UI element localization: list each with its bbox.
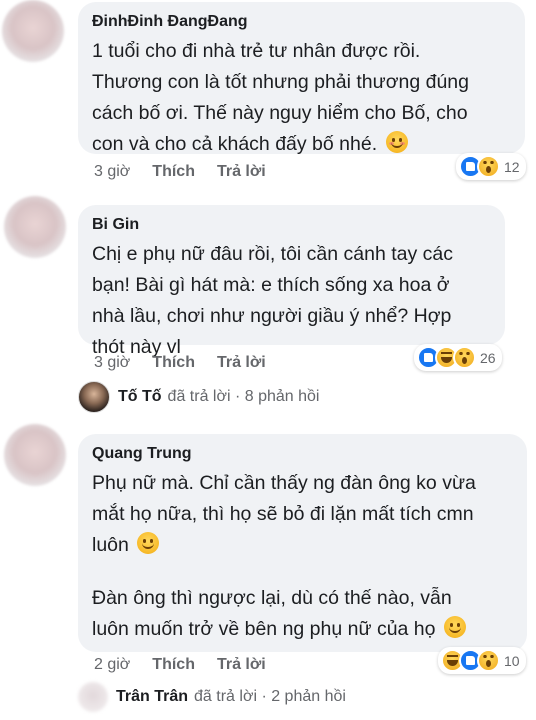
- reply-link[interactable]: Trả lời: [217, 354, 266, 372]
- replies-link[interactable]: Tố Tố đã trả lời · 8 phản hồi: [78, 381, 319, 413]
- comment-line: Đàn ông thì ngược lại, dù có thế nào, vẫ…: [92, 587, 452, 609]
- comment-bubble: Bi Gin Chị e phụ nữ đâu rồi, tôi cần cán…: [78, 205, 505, 358]
- reply-summary[interactable]: đã trả lời · 2 phản hồi: [194, 688, 346, 706]
- comment-time[interactable]: 3 giờ: [94, 354, 130, 372]
- replies-link[interactable]: Trân Trân đã trả lời · 2 phản hồi: [78, 682, 346, 712]
- reply-author[interactable]: Tố Tố: [118, 388, 162, 406]
- reaction-count: 10: [504, 652, 520, 669]
- comment-time[interactable]: 3 giờ: [94, 163, 130, 181]
- comment-line: cách bố ơi. Thế này nguy hiểm cho Bố, ch…: [92, 102, 468, 124]
- like-link[interactable]: Thích: [152, 656, 195, 674]
- wow-reaction-icon: [453, 346, 476, 369]
- like-link[interactable]: Thích: [152, 163, 195, 181]
- commenter-avatar[interactable]: [2, 0, 64, 62]
- comment-text: Phụ nữ mà. Chỉ cần thấy ng đàn ông ko vừ…: [92, 468, 513, 645]
- comment-line: luôn: [92, 530, 513, 561]
- comment-time[interactable]: 2 giờ: [94, 656, 130, 674]
- smiling-emoji-icon: [443, 616, 466, 638]
- comment-author[interactable]: Quang Trung: [92, 444, 513, 464]
- comment-author[interactable]: Bi Gin: [92, 215, 491, 235]
- comment-line: 1 tuổi cho đi nhà trẻ tư nhân được rồi.: [92, 40, 421, 62]
- comment-line: luôn muốn trở về bên ng phụ nữ của họ: [92, 614, 513, 645]
- comment-line: bạn! Bài gì hát mà: e thích sống xa hoa …: [92, 274, 450, 296]
- reply-link[interactable]: Trả lời: [217, 656, 266, 674]
- comment-line: Thương con là tốt nhưng phải thương đúng: [92, 71, 469, 93]
- comment-line: nhà lầu, chơi như người giầu ý nhể? Hợp: [92, 305, 452, 327]
- comment-author[interactable]: ĐinhĐinh ĐangĐang: [92, 12, 511, 32]
- reaction-count: 12: [504, 158, 520, 175]
- comment-bubble: ĐinhĐinh ĐangĐang 1 tuổi cho đi nhà trẻ …: [78, 2, 525, 155]
- commenter-avatar[interactable]: [4, 424, 66, 486]
- reaction-summary[interactable]: 12: [456, 153, 526, 180]
- smiling-blush-emoji-icon: [385, 131, 408, 153]
- comment-line: Chị e phụ nữ đâu rồi, tôi cần cánh tay c…: [92, 243, 454, 265]
- reply-link[interactable]: Trả lời: [217, 163, 266, 181]
- comment-actions: 3 giờ Thích Trả lời: [94, 354, 288, 372]
- comment-line: con và cho cả khách đấy bố nhé.: [92, 129, 511, 160]
- wow-reaction-icon: [477, 649, 500, 672]
- commenter-avatar[interactable]: [4, 196, 66, 258]
- smiling-emoji-icon: [137, 532, 160, 554]
- comment-line: mắt họ nữa, thì họ sẽ bỏ đi lặn mất tích…: [92, 503, 474, 525]
- comment-text: 1 tuổi cho đi nhà trẻ tư nhân được rồi. …: [92, 36, 511, 160]
- like-link[interactable]: Thích: [152, 354, 195, 372]
- comment-actions: 3 giờ Thích Trả lời: [94, 163, 288, 181]
- wow-reaction-icon: [477, 155, 500, 178]
- reaction-summary[interactable]: 10: [438, 647, 526, 674]
- reply-author[interactable]: Trân Trân: [116, 688, 188, 706]
- reaction-summary[interactable]: 26: [414, 344, 502, 371]
- comment-bubble: Quang Trung Phụ nữ mà. Chỉ cần thấy ng đ…: [78, 434, 527, 652]
- comment-actions: 2 giờ Thích Trả lời: [94, 656, 288, 674]
- reply-summary[interactable]: đã trả lời · 8 phản hồi: [168, 388, 320, 406]
- reply-avatar: [78, 682, 108, 712]
- reaction-count: 26: [480, 349, 496, 366]
- comment-line: Phụ nữ mà. Chỉ cần thấy ng đàn ông ko vừ…: [92, 472, 476, 494]
- reply-avatar: [78, 381, 110, 413]
